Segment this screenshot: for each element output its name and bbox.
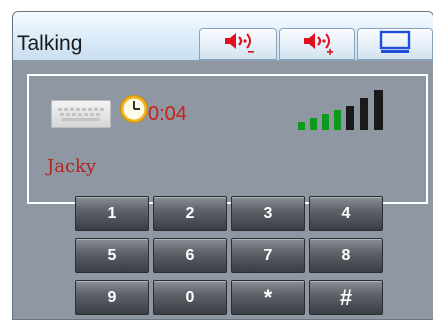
screen-icon <box>378 29 412 60</box>
call-window: Talking 0:04 Jacky 1 2 3 4 5 6 7 8 9 0 *… <box>12 11 433 320</box>
key-9[interactable]: 9 <box>75 280 149 315</box>
key-6[interactable]: 6 <box>153 238 227 273</box>
key-0[interactable]: 0 <box>153 280 227 315</box>
keyboard-icon[interactable] <box>51 100 111 128</box>
window-title: Talking <box>17 32 83 55</box>
key-5[interactable]: 5 <box>75 238 149 273</box>
key-hash[interactable]: # <box>309 280 383 315</box>
call-duration: 0:04 <box>148 103 187 125</box>
screen-toggle-button[interactable] <box>357 28 433 60</box>
key-7[interactable]: 7 <box>231 238 305 273</box>
key-2[interactable]: 2 <box>153 196 227 231</box>
title-bar: Talking <box>13 12 433 61</box>
volume-down-icon <box>221 29 255 60</box>
signal-strength-icon <box>298 88 416 137</box>
volume-up-icon <box>300 29 334 60</box>
volume-down-button[interactable] <box>199 28 277 60</box>
key-1[interactable]: 1 <box>75 196 149 231</box>
caller-name: Jacky <box>47 156 97 177</box>
clock-icon <box>119 94 149 129</box>
key-4[interactable]: 4 <box>309 196 383 231</box>
volume-up-button[interactable] <box>279 28 355 60</box>
call-status-panel: 0:04 Jacky <box>27 74 428 204</box>
key-8[interactable]: 8 <box>309 238 383 273</box>
key-star[interactable]: * <box>231 280 305 315</box>
key-3[interactable]: 3 <box>231 196 305 231</box>
